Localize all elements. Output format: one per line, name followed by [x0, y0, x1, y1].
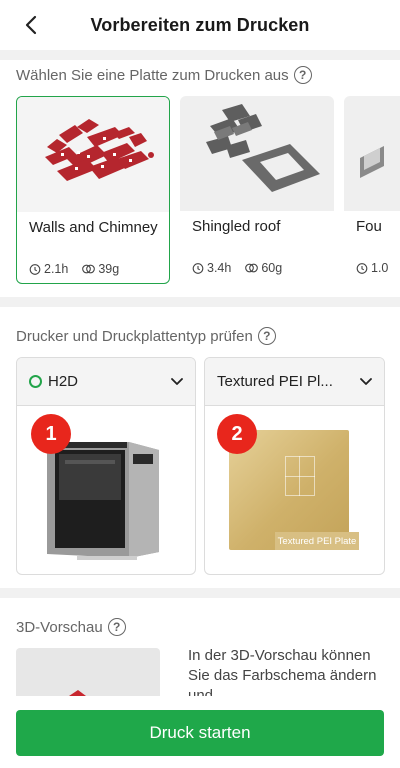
plate-card-foundation[interactable]: Fou 1.0 — [344, 96, 400, 284]
printer-section-title: Drucker und Druckplattentyp prüfen — [16, 327, 253, 345]
weight-value: 39g — [98, 262, 120, 276]
plate-card-walls[interactable]: Walls and Chimney 2.1h 39g — [16, 96, 170, 284]
printer-dropdown[interactable]: H2D — [17, 358, 195, 406]
filament-weight: 60g — [245, 261, 282, 275]
print-prepare-screen: Vorbereiten zum Drucken Wählen Sie eine … — [0, 0, 400, 768]
preview-description: In der 3D-Vorschau können Sie das Farbsc… — [188, 647, 377, 696]
help-icon[interactable]: ? — [257, 327, 276, 345]
time-value: 2.1h — [44, 262, 69, 276]
step-badge-1: 1 — [31, 414, 71, 454]
print-time: 1.0 — [356, 261, 388, 275]
divider — [0, 50, 400, 60]
bottom-bar: Druck starten — [0, 696, 400, 768]
plate-type-selector[interactable]: Textured PEI Pl... Textured PEI Plate 2 — [204, 357, 385, 575]
step-badge-2: 2 — [217, 414, 257, 454]
clock-icon — [192, 263, 204, 274]
plate-thumbnail — [17, 97, 169, 212]
plates-section-label: Wählen Sie eine Platte zum Drucken aus ? — [16, 66, 312, 84]
preview-section-label: 3D-Vorschau ? — [16, 618, 126, 636]
divider — [0, 297, 400, 307]
printer-section-label: Drucker und Druckplattentyp prüfen ? — [16, 327, 276, 345]
plate-name: Walls and Chimney — [29, 219, 158, 236]
plate-meta: 3.4h 60g — [192, 261, 282, 275]
walls-model-image — [45, 119, 154, 181]
divider — [0, 588, 400, 598]
filament-weight: 39g — [82, 262, 119, 276]
foundation-model-image — [360, 146, 384, 178]
print-time: 3.4h — [192, 261, 231, 275]
plate-thumbnail — [180, 96, 334, 211]
printer-selector[interactable]: H2D 1 — [16, 357, 196, 575]
start-print-button[interactable]: Druck starten — [16, 710, 384, 756]
plate-name: Shingled roof — [192, 218, 281, 235]
plate-meta: 2.1h 39g — [29, 262, 119, 276]
plate-type-name: Textured PEI Pl... — [217, 373, 333, 390]
plate-type-dropdown[interactable]: Textured PEI Pl... — [205, 358, 384, 406]
plates-section-title: Wählen Sie eine Platte zum Drucken aus — [16, 66, 289, 84]
top-bar: Vorbereiten zum Drucken — [0, 0, 400, 50]
chevron-left-icon — [25, 15, 37, 35]
help-icon[interactable]: ? — [293, 66, 312, 84]
time-value: 3.4h — [207, 261, 232, 275]
plate-card-shingled-roof[interactable]: Shingled roof 3.4h 60g — [180, 96, 334, 284]
help-icon[interactable]: ? — [107, 618, 126, 636]
filament-icon — [82, 264, 96, 274]
plate-label-text: Textured PEI Plate — [277, 535, 357, 547]
chevron-down-icon — [360, 377, 372, 385]
plate-thumbnail — [344, 96, 400, 211]
printer-name: H2D — [48, 373, 79, 390]
chevron-down-icon — [171, 377, 183, 385]
filament-icon — [245, 263, 259, 273]
weight-value: 60g — [261, 261, 283, 275]
plate-name: Fou — [356, 218, 382, 235]
plate-meta: 1.0 — [356, 261, 388, 275]
print-time: 2.1h — [29, 262, 68, 276]
page-title: Vorbereiten zum Drucken — [90, 14, 310, 35]
clock-icon — [356, 263, 368, 274]
time-value: 1.0 — [371, 261, 389, 275]
plate-label-tab: Textured PEI Plate — [275, 532, 359, 550]
plate-list: Walls and Chimney 2.1h 39g Shingled roof… — [0, 96, 400, 286]
online-status-icon — [29, 375, 42, 388]
roof-model-image — [206, 104, 320, 192]
preview-section-title: 3D-Vorschau — [16, 618, 103, 636]
clock-icon — [29, 264, 41, 275]
back-button[interactable] — [16, 10, 46, 40]
